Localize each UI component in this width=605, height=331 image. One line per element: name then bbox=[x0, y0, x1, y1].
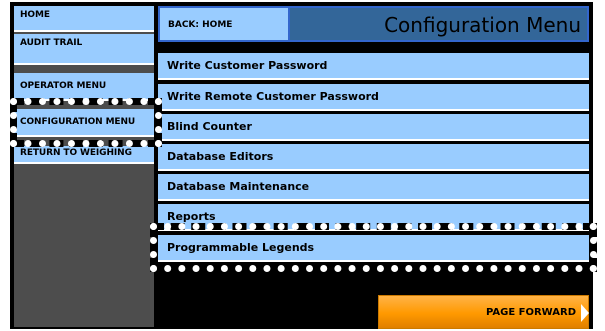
sidebar-item-label: RETURN TO WEIGHING bbox=[20, 148, 132, 158]
sidebar-item-label: CONFIGURATION MENU bbox=[20, 117, 136, 127]
back-button-label: BACK: HOME bbox=[168, 20, 233, 30]
menu-item-label: Blind Counter bbox=[167, 120, 252, 133]
page-title-text: Configuration Menu bbox=[384, 13, 581, 37]
menu-item-database-maintenance[interactable]: Database Maintenance bbox=[158, 174, 589, 201]
menu-item-label: Write Customer Password bbox=[167, 59, 328, 72]
menu-item-blind-counter[interactable]: Blind Counter bbox=[158, 114, 589, 141]
page-forward-label: PAGE FORWARD bbox=[485, 307, 576, 318]
sidebar-item-home[interactable]: HOME bbox=[14, 6, 154, 32]
menu-item-label: Database Maintenance bbox=[167, 180, 310, 193]
menu-item-reports[interactable]: Reports bbox=[158, 204, 589, 231]
menu-item-label: Write Remote Customer Password bbox=[167, 90, 379, 103]
sidebar-item-audit-trail[interactable]: AUDIT TRAIL bbox=[14, 34, 154, 65]
sidebar-item-label: AUDIT TRAIL bbox=[20, 38, 83, 48]
sidebar-item-configuration-menu[interactable]: CONFIGURATION MENU bbox=[14, 109, 154, 137]
sidebar-item-label: HOME bbox=[20, 10, 50, 20]
menu-item-write-remote-customer-password[interactable]: Write Remote Customer Password bbox=[158, 84, 589, 111]
page-title: Configuration Menu bbox=[290, 6, 589, 42]
sidebar-item-operator-menu[interactable]: OPERATOR MENU bbox=[14, 73, 154, 101]
menu-item-label: Programmable Legends bbox=[167, 241, 315, 254]
arrow-right-icon bbox=[581, 304, 589, 322]
menu-item-label: Reports bbox=[167, 210, 216, 223]
menu-item-database-editors[interactable]: Database Editors bbox=[158, 144, 589, 171]
page-forward-button[interactable]: PAGE FORWARD bbox=[378, 295, 589, 329]
sidebar-item-label: OPERATOR MENU bbox=[20, 81, 107, 91]
back-home-button[interactable]: BACK: HOME bbox=[158, 6, 290, 42]
menu-item-programmable-legends[interactable]: Programmable Legends bbox=[158, 235, 589, 262]
sidebar-item-return-to-weighing[interactable]: RETURN TO WEIGHING bbox=[14, 146, 154, 164]
menu-item-write-customer-password[interactable]: Write Customer Password bbox=[158, 53, 589, 80]
menu-item-label: Database Editors bbox=[167, 150, 274, 163]
